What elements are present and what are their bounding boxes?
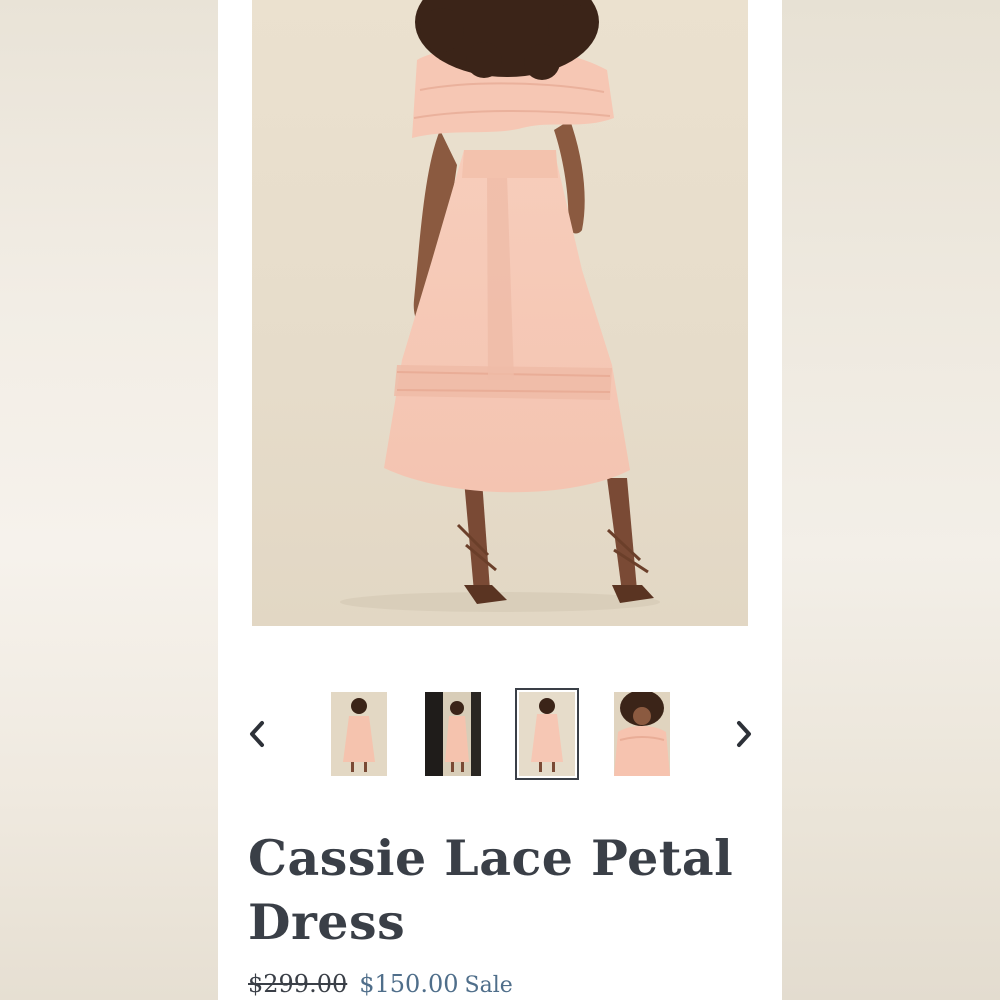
product-title: Cassie Lace Petal Dress bbox=[248, 829, 734, 951]
thumbnail-4[interactable] bbox=[614, 692, 670, 776]
chevron-left-icon bbox=[250, 721, 264, 747]
doorway-view-photo bbox=[425, 692, 481, 776]
thumbnail-2[interactable] bbox=[425, 692, 481, 776]
back-view-photo bbox=[519, 692, 575, 776]
main-product-image[interactable] bbox=[252, 0, 748, 626]
sale-label: Sale bbox=[464, 973, 513, 998]
thumbnail-1[interactable] bbox=[331, 692, 387, 776]
product-page: Cassie Lace Petal Dress $299.00 $150.00 Sa… bbox=[218, 0, 782, 1000]
full-front-view-photo bbox=[331, 692, 387, 776]
carousel-next-button[interactable] bbox=[729, 714, 759, 754]
thumbnail-carousel bbox=[218, 684, 782, 784]
chevron-right-icon bbox=[737, 721, 751, 747]
sale-price: $150.00 bbox=[359, 970, 459, 998]
thumbnail-3[interactable] bbox=[515, 688, 579, 780]
original-price: $299.00 bbox=[248, 970, 348, 998]
price-row: $299.00 $150.00 Sale bbox=[248, 968, 513, 1000]
background-blur-right bbox=[782, 0, 1000, 1000]
closeup-front-view-photo bbox=[614, 692, 670, 776]
dress-back-view-photo bbox=[340, 0, 660, 612]
background-blur-left bbox=[0, 0, 218, 1000]
carousel-prev-button[interactable] bbox=[242, 714, 272, 754]
